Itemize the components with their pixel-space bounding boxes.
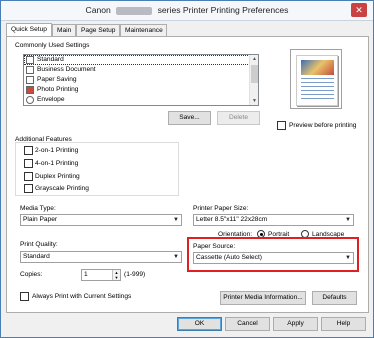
preview-page xyxy=(296,55,338,106)
copies-label: Copies: xyxy=(20,271,43,278)
envelope-icon xyxy=(26,96,34,104)
scroll-down-icon[interactable]: ▼ xyxy=(250,97,258,105)
preview-text-line xyxy=(301,90,334,91)
list-item[interactable]: Photo Printing xyxy=(24,85,258,95)
redacted-model-name xyxy=(116,6,153,15)
printer-paper-size-label: Printer Paper Size: xyxy=(193,205,249,212)
four-on-one-label: 4-on-1 Printing xyxy=(35,160,79,167)
list-item[interactable]: Standard xyxy=(24,55,258,65)
media-type-label: Media Type: xyxy=(20,205,56,212)
print-quality-value: Standard xyxy=(23,253,50,260)
preview-text-line xyxy=(301,82,334,83)
photo-printing-icon xyxy=(26,86,34,94)
grayscale-printing-checkbox[interactable] xyxy=(24,184,33,193)
print-preview-thumbnail xyxy=(290,49,342,109)
commonly-used-heading: Commonly Used Settings xyxy=(15,42,90,49)
print-quality-label: Print Quality: xyxy=(20,241,58,248)
tab-main[interactable]: Main xyxy=(52,24,76,36)
preview-photo xyxy=(301,60,334,75)
preview-text-line xyxy=(301,98,334,99)
printer-document-icon xyxy=(26,56,34,64)
paper-source-dropdown[interactable]: Cassette (Auto Select) ▼ xyxy=(193,252,354,264)
stepper-arrows[interactable]: ▲ ▼ xyxy=(112,270,120,280)
always-print-label: Always Print with Current Settings xyxy=(32,293,132,300)
preview-before-printing-checkbox[interactable] xyxy=(277,121,286,130)
close-button[interactable]: ✕ xyxy=(351,3,367,17)
save-button[interactable]: Save... xyxy=(168,111,211,125)
scroll-up-icon[interactable]: ▲ xyxy=(250,55,258,63)
paper-source-value: Cassette (Auto Select) xyxy=(196,254,262,261)
cancel-button[interactable]: Cancel xyxy=(225,317,270,331)
copies-stepper[interactable]: 1 ▲ ▼ xyxy=(81,269,121,281)
two-on-one-label: 2-on-1 Printing xyxy=(35,147,79,154)
copies-range: (1-999) xyxy=(124,271,146,278)
two-on-one-checkbox[interactable] xyxy=(24,146,33,155)
scroll-thumb[interactable] xyxy=(251,65,258,83)
always-print-checkbox[interactable] xyxy=(20,292,29,301)
list-scrollbar[interactable]: ▲ ▼ xyxy=(249,55,258,105)
delete-button[interactable]: Delete xyxy=(217,111,260,125)
preview-text-line xyxy=(301,86,334,87)
window-title: Canon series Printer Printing Preference… xyxy=(1,5,373,15)
help-button[interactable]: Help xyxy=(321,317,366,331)
media-type-dropdown[interactable]: Plain Paper ▼ xyxy=(20,214,182,226)
title-suffix: series Printer Printing Preferences xyxy=(157,5,289,15)
chevron-down-icon: ▼ xyxy=(345,255,351,261)
copies-value: 1 xyxy=(84,271,88,278)
defaults-button[interactable]: Defaults xyxy=(312,291,357,305)
media-type-value: Plain Paper xyxy=(23,216,58,223)
printer-paper-size-dropdown[interactable]: Letter 8.5"x11" 22x28cm ▼ xyxy=(193,214,354,226)
tab-maintenance[interactable]: Maintenance xyxy=(120,24,167,36)
commonly-used-list[interactable]: Standard Business Document Paper Saving … xyxy=(23,54,259,106)
paper-saving-icon xyxy=(26,76,34,84)
list-item[interactable]: Paper Saving xyxy=(24,75,258,85)
list-item[interactable]: Business Document xyxy=(24,65,258,75)
printer-media-information-button[interactable]: Printer Media Information... xyxy=(220,291,306,305)
tab-page-setup[interactable]: Page Setup xyxy=(76,24,120,36)
preview-before-printing-label: Preview before printing xyxy=(289,122,357,129)
paper-source-label: Paper Source: xyxy=(193,243,236,250)
four-on-one-checkbox[interactable] xyxy=(24,159,33,168)
chevron-down-icon: ▼ xyxy=(345,217,351,223)
preview-text-line xyxy=(301,78,334,79)
decrement-icon[interactable]: ▼ xyxy=(113,275,120,280)
printer-preferences-window: Canon series Printer Printing Preference… xyxy=(0,0,374,338)
duplex-printing-checkbox[interactable] xyxy=(24,172,33,181)
tab-quick-setup[interactable]: Quick Setup xyxy=(6,23,52,36)
chevron-down-icon: ▼ xyxy=(173,254,179,260)
chevron-down-icon: ▼ xyxy=(173,217,179,223)
printer-paper-size-value: Letter 8.5"x11" 22x28cm xyxy=(196,216,268,223)
duplex-printing-label: Duplex Printing xyxy=(35,173,80,180)
ok-button[interactable]: OK xyxy=(177,317,222,331)
grayscale-printing-label: Grayscale Printing xyxy=(35,185,89,192)
business-document-icon xyxy=(26,66,34,74)
list-item[interactable]: Envelope xyxy=(24,95,258,105)
print-quality-dropdown[interactable]: Standard ▼ xyxy=(20,251,182,263)
apply-button[interactable]: Apply xyxy=(273,317,318,331)
title-prefix: Canon xyxy=(85,5,111,15)
preview-text-line xyxy=(301,94,334,95)
title-bar: Canon series Printer Printing Preference… xyxy=(1,1,373,21)
